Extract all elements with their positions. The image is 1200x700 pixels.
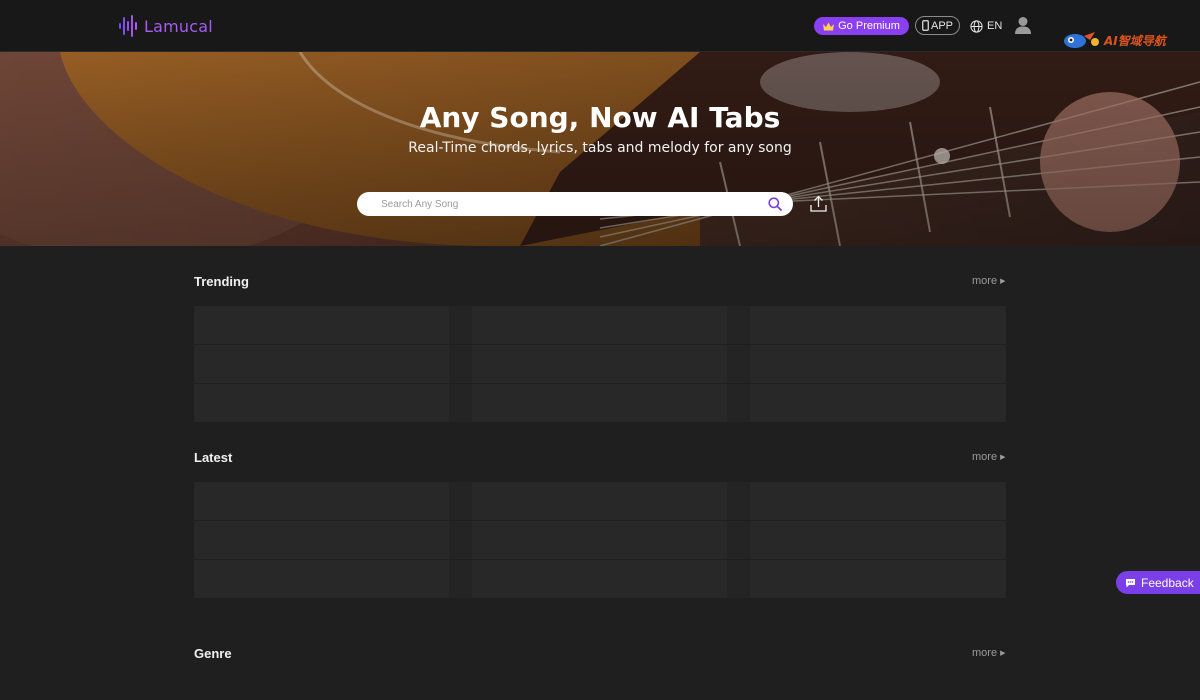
logo[interactable]: Lamucal bbox=[119, 14, 213, 38]
song-card-placeholder[interactable] bbox=[750, 482, 1006, 520]
search-bar bbox=[357, 192, 793, 216]
hero-banner: Any Song, Now AI Tabs Real-Time chords, … bbox=[0, 52, 1200, 246]
sound-wave-icon bbox=[119, 15, 137, 37]
card-gap bbox=[727, 521, 750, 559]
crown-icon bbox=[823, 22, 835, 30]
song-card-placeholder[interactable] bbox=[194, 384, 449, 422]
upload-icon[interactable] bbox=[810, 195, 827, 212]
card-gap bbox=[727, 345, 750, 383]
song-card-placeholder[interactable] bbox=[472, 384, 727, 422]
card-gap bbox=[449, 482, 472, 520]
caret-right-icon: ▶ bbox=[1000, 454, 1006, 461]
go-premium-button[interactable]: Go Premium bbox=[814, 17, 909, 35]
mascot-icon bbox=[1064, 32, 1099, 48]
song-card-placeholder[interactable] bbox=[194, 345, 449, 383]
card-gap bbox=[727, 306, 750, 344]
trending-more-label: more bbox=[972, 275, 998, 287]
language-selector[interactable]: EN bbox=[970, 18, 1002, 34]
caret-right-icon: ▶ bbox=[1000, 650, 1006, 657]
latest-more-link[interactable]: more ▶ bbox=[972, 451, 1005, 463]
language-label: EN bbox=[987, 20, 1003, 32]
song-card-placeholder[interactable] bbox=[472, 345, 727, 383]
trending-more-link[interactable]: more ▶ bbox=[972, 275, 1005, 287]
song-row-placeholder bbox=[194, 482, 1006, 520]
app-label: APP bbox=[930, 19, 953, 32]
badge-text: AI智域导航 bbox=[1104, 33, 1166, 48]
song-row-placeholder bbox=[194, 560, 1006, 598]
logo-text: Lamucal bbox=[144, 16, 213, 36]
card-gap bbox=[727, 482, 750, 520]
chat-icon bbox=[1126, 578, 1135, 587]
latest-title: Latest bbox=[194, 450, 233, 465]
latest-more-label: more bbox=[972, 451, 998, 463]
song-row-placeholder bbox=[194, 384, 1006, 422]
card-gap bbox=[449, 345, 472, 383]
ai-navigation-badge[interactable]: AI智域导航 bbox=[1062, 29, 1166, 51]
globe-icon bbox=[970, 19, 983, 33]
song-row-placeholder bbox=[194, 306, 1006, 344]
song-card-placeholder[interactable] bbox=[472, 521, 727, 559]
card-gap bbox=[449, 560, 472, 598]
top-navigation-bar: Lamucal Go Premium APP EN AI智域导航 bbox=[0, 0, 1200, 52]
user-icon[interactable] bbox=[1014, 16, 1032, 36]
genre-title: Genre bbox=[194, 646, 232, 661]
go-premium-label: Go Premium bbox=[838, 20, 900, 32]
feedback-label: Feedback bbox=[1141, 575, 1194, 590]
song-card-placeholder[interactable] bbox=[194, 560, 449, 598]
song-card-placeholder[interactable] bbox=[194, 306, 449, 344]
trending-title: Trending bbox=[194, 274, 249, 289]
song-card-placeholder[interactable] bbox=[750, 384, 1006, 422]
hero-title: Any Song, Now AI Tabs bbox=[419, 101, 781, 134]
card-gap bbox=[449, 306, 472, 344]
search-input[interactable] bbox=[375, 192, 755, 216]
genre-more-label: more bbox=[972, 647, 998, 659]
song-card-placeholder[interactable] bbox=[194, 482, 449, 520]
search-icon[interactable] bbox=[768, 197, 782, 211]
song-row-placeholder bbox=[194, 345, 1006, 383]
song-card-placeholder[interactable] bbox=[750, 560, 1006, 598]
song-card-placeholder[interactable] bbox=[750, 306, 1006, 344]
trending-list bbox=[194, 306, 1006, 422]
card-gap bbox=[727, 384, 750, 422]
genre-more-link[interactable]: more ▶ bbox=[972, 647, 1005, 659]
hero-subtitle: Real-Time chords, lyrics, tabs and melod… bbox=[408, 140, 792, 156]
latest-list bbox=[194, 482, 1006, 598]
song-card-placeholder[interactable] bbox=[194, 521, 449, 559]
feedback-button[interactable]: Feedback bbox=[1116, 571, 1200, 594]
song-card-placeholder[interactable] bbox=[750, 345, 1006, 383]
phone-icon bbox=[922, 20, 929, 31]
song-card-placeholder[interactable] bbox=[472, 306, 727, 344]
card-gap bbox=[449, 384, 472, 422]
song-card-placeholder[interactable] bbox=[472, 482, 727, 520]
app-download-button[interactable]: APP bbox=[915, 16, 960, 35]
card-gap bbox=[449, 521, 472, 559]
song-row-placeholder bbox=[194, 521, 1006, 559]
song-card-placeholder[interactable] bbox=[750, 521, 1006, 559]
caret-right-icon: ▶ bbox=[1000, 278, 1006, 285]
card-gap bbox=[727, 560, 750, 598]
song-card-placeholder[interactable] bbox=[472, 560, 727, 598]
